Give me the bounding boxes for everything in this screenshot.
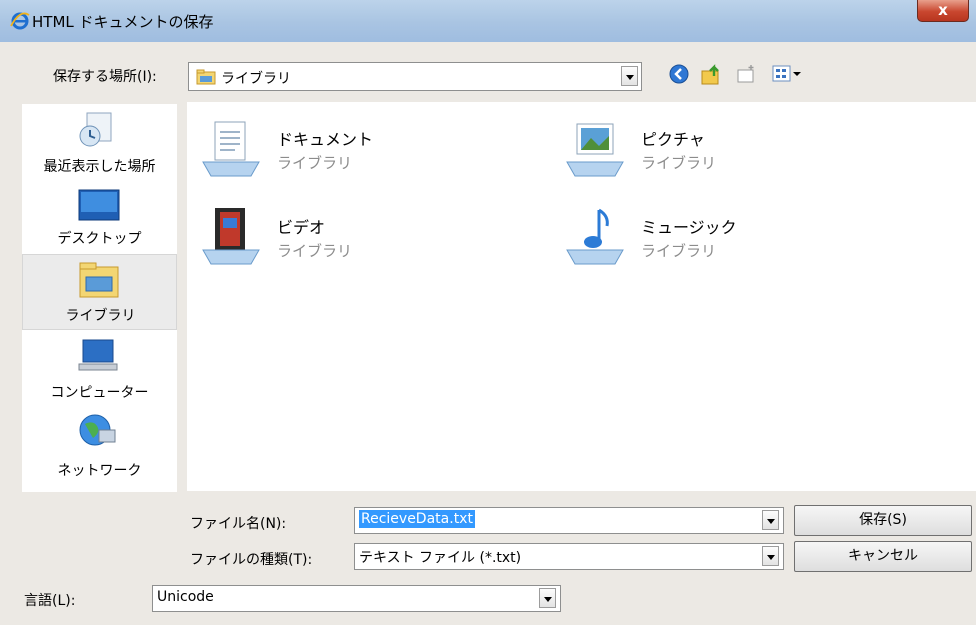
sidebar-item-desktop[interactable]: デスクトップ bbox=[22, 186, 177, 252]
library-name: ミュージック bbox=[641, 218, 737, 237]
sidebar-item-label: 最近表示した場所 bbox=[43, 159, 156, 175]
filename-value: RecieveData.txt bbox=[359, 510, 475, 528]
recent-places-icon bbox=[79, 112, 112, 147]
library-item-music[interactable]: ミュージック ライブラリ bbox=[563, 206, 823, 272]
file-list: ドキュメント ライブラリ ピクチャ ライブラリ ビデオ ライブラリ ミュージック bbox=[187, 102, 976, 491]
library-type: ライブラリ bbox=[277, 242, 353, 260]
language-dropdown-arrow[interactable] bbox=[539, 588, 556, 608]
sidebar-item-computer[interactable]: コンピューター bbox=[22, 338, 177, 406]
library-name: ビデオ bbox=[277, 218, 326, 237]
view-menu-icon[interactable] bbox=[772, 64, 802, 84]
location-value: ライブラリ bbox=[221, 71, 291, 87]
sidebar-item-recent[interactable]: 最近表示した場所 bbox=[22, 110, 177, 180]
window-title: HTML ドキュメントの保存 bbox=[32, 13, 214, 31]
library-type: ライブラリ bbox=[641, 154, 717, 172]
filename-dropdown-arrow[interactable] bbox=[762, 510, 779, 530]
documents-library-icon bbox=[202, 121, 260, 177]
language-label: 言語(L): bbox=[24, 593, 76, 609]
location-combobox[interactable]: ライブラリ bbox=[188, 62, 642, 91]
library-type: ライブラリ bbox=[641, 242, 717, 260]
filetype-label: ファイルの種類(T): bbox=[190, 552, 313, 568]
filetype-dropdown-arrow[interactable] bbox=[762, 546, 779, 566]
sidebar-item-library[interactable]: ライブラリ bbox=[22, 254, 177, 330]
location-dropdown-arrow[interactable] bbox=[621, 66, 638, 86]
library-type: ライブラリ bbox=[277, 154, 353, 172]
sidebar-item-label: ネットワーク bbox=[57, 463, 142, 479]
library-folder-icon bbox=[196, 69, 216, 85]
videos-library-icon bbox=[202, 208, 260, 265]
location-label: 保存する場所(I): bbox=[53, 69, 157, 85]
library-icon bbox=[79, 262, 119, 298]
music-library-icon bbox=[566, 208, 624, 265]
desktop-icon bbox=[78, 189, 120, 221]
computer-icon bbox=[78, 339, 118, 371]
library-item-videos[interactable]: ビデオ ライブラリ bbox=[199, 206, 459, 272]
language-value: Unicode bbox=[157, 589, 214, 605]
filename-input[interactable]: RecieveData.txt bbox=[354, 507, 784, 534]
library-item-pictures[interactable]: ピクチャ ライブラリ bbox=[563, 118, 823, 184]
cancel-button[interactable]: キャンセル bbox=[794, 541, 972, 572]
library-name: ドキュメント bbox=[277, 130, 374, 149]
filetype-select[interactable]: テキスト ファイル (*.txt) bbox=[354, 543, 784, 570]
up-folder-icon[interactable] bbox=[700, 62, 724, 86]
filetype-value: テキスト ファイル (*.txt) bbox=[359, 550, 522, 566]
sidebar-item-label: デスクトップ bbox=[57, 231, 142, 247]
sidebar-item-network[interactable]: ネットワーク bbox=[22, 412, 177, 484]
pictures-library-icon bbox=[566, 123, 624, 177]
library-item-documents[interactable]: ドキュメント ライブラリ bbox=[199, 118, 459, 184]
save-button[interactable]: 保存(S) bbox=[794, 505, 972, 536]
sidebar-item-label: ライブラリ bbox=[65, 308, 136, 324]
network-icon bbox=[79, 414, 116, 446]
back-icon[interactable] bbox=[668, 63, 690, 85]
title-bar: HTML ドキュメントの保存 x bbox=[0, 0, 976, 42]
close-button[interactable]: x bbox=[917, 0, 969, 22]
internet-explorer-icon bbox=[10, 12, 30, 30]
new-folder-icon[interactable] bbox=[736, 64, 758, 84]
library-name: ピクチャ bbox=[641, 130, 705, 149]
filename-label: ファイル名(N): bbox=[190, 516, 287, 532]
language-select[interactable]: Unicode bbox=[152, 585, 561, 612]
sidebar-item-label: コンピューター bbox=[50, 385, 149, 401]
places-bar: 最近表示した場所 デスクトップ ライブラリ コンピューター ネットワーク bbox=[22, 104, 177, 492]
